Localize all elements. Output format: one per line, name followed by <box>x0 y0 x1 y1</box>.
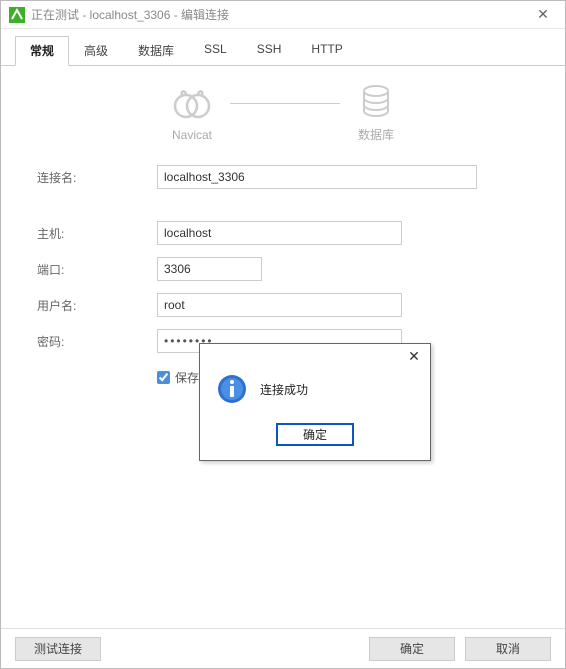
dialog-message: 连接成功 <box>260 381 308 398</box>
user-input[interactable] <box>157 293 402 317</box>
connection-diagram: Navicat 数据库 <box>1 66 565 153</box>
pwd-label: 密码: <box>37 333 157 350</box>
dialog-ok-button[interactable]: 确定 <box>276 423 354 446</box>
navicat-icon <box>172 86 212 122</box>
info-icon <box>216 373 248 405</box>
host-input[interactable] <box>157 221 402 245</box>
conn-name-label: 连接名: <box>37 169 157 186</box>
conn-name-input[interactable] <box>157 165 477 189</box>
diagram-navicat: Navicat <box>172 86 212 142</box>
tab-general[interactable]: 常规 <box>15 36 69 66</box>
diagram-navicat-label: Navicat <box>172 128 212 142</box>
test-connection-button[interactable]: 测试连接 <box>15 637 101 661</box>
host-label: 主机: <box>37 225 157 242</box>
dialog-close-button[interactable]: ✕ <box>404 348 424 365</box>
port-label: 端口: <box>37 261 157 278</box>
titlebar: 正在测试 - localhost_3306 - 编辑连接 ✕ <box>1 1 565 29</box>
diagram-database: 数据库 <box>358 84 394 143</box>
diagram-database-label: 数据库 <box>358 126 394 143</box>
tab-ssh[interactable]: SSH <box>242 36 297 66</box>
tab-ssl[interactable]: SSL <box>189 36 242 66</box>
footer: 测试连接 确定 取消 <box>1 628 565 668</box>
ok-button[interactable]: 确定 <box>369 637 455 661</box>
cancel-button[interactable]: 取消 <box>465 637 551 661</box>
window-title: 正在测试 - localhost_3306 - 编辑连接 <box>31 6 529 23</box>
port-input[interactable] <box>157 257 262 281</box>
tab-advanced[interactable]: 高级 <box>69 36 123 66</box>
database-icon <box>358 84 394 120</box>
tab-database[interactable]: 数据库 <box>123 36 189 66</box>
window-close-button[interactable]: ✕ <box>529 6 557 23</box>
tab-bar: 常规 高级 数据库 SSL SSH HTTP <box>1 29 565 66</box>
save-pwd-checkbox[interactable] <box>157 371 170 384</box>
app-icon <box>9 7 25 23</box>
result-dialog: ✕ 连接成功 确定 <box>199 343 431 461</box>
user-label: 用户名: <box>37 297 157 314</box>
tab-http[interactable]: HTTP <box>296 36 357 66</box>
diagram-line <box>230 103 340 104</box>
